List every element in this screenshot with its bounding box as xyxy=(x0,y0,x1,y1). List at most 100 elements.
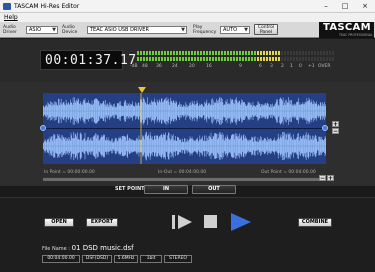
audio-device-label: Audio Device xyxy=(62,25,78,35)
brand-tagline: TEAC PROFESSIONAL xyxy=(339,33,373,37)
meter-segment xyxy=(179,51,181,55)
meter-segment xyxy=(182,51,184,55)
meter-segment xyxy=(272,51,274,55)
meter-segment xyxy=(209,51,211,55)
meter-segment xyxy=(287,57,289,61)
meter-segment xyxy=(218,57,220,61)
meter-segment xyxy=(251,57,253,61)
set-in-point-button[interactable]: IN xyxy=(144,185,188,194)
meter-segment xyxy=(308,57,310,61)
meter-scale-label: 1 xyxy=(290,64,293,69)
meter-segment xyxy=(242,57,244,61)
meter-segment xyxy=(320,57,322,61)
control-panel-button[interactable]: Control Panel xyxy=(254,24,278,35)
vertical-zoom-out-button[interactable]: − xyxy=(332,128,339,135)
meter-segment xyxy=(320,51,322,55)
play-frequency-select[interactable]: AUTO ▼ xyxy=(220,26,250,34)
waveform-scrollbar[interactable] xyxy=(43,177,326,181)
meter-segment xyxy=(203,51,205,55)
minimize-button[interactable]: – xyxy=(317,0,335,12)
meter-segment xyxy=(143,57,145,61)
meter-segment xyxy=(248,57,250,61)
meter-segment xyxy=(152,57,154,61)
meter-segment xyxy=(263,57,265,61)
meter-segment xyxy=(146,57,148,61)
meter-segment xyxy=(200,51,202,55)
meter-segment xyxy=(185,57,187,61)
meter-segment xyxy=(185,51,187,55)
meter-scale-label: 20 xyxy=(189,64,195,69)
scrollbar-thumb[interactable] xyxy=(43,178,326,181)
file-name: File Name : 01 DSD music.dsf xyxy=(42,244,134,253)
meter-segment xyxy=(176,57,178,61)
meter-segment xyxy=(254,51,256,55)
meter-segment xyxy=(236,57,238,61)
meter-segment xyxy=(194,51,196,55)
meter-segment xyxy=(191,51,193,55)
meter-segment xyxy=(275,51,277,55)
export-button[interactable]: EXPORT xyxy=(86,218,118,227)
meter-segment xyxy=(206,57,208,61)
menu-help[interactable]: Help xyxy=(4,13,18,22)
meter-segment xyxy=(140,57,142,61)
meter-scale-label: 16 xyxy=(206,64,212,69)
close-button[interactable]: × xyxy=(355,0,375,12)
meter-segment xyxy=(176,51,178,55)
tascam-logo: TASCAM TEAC PROFESSIONAL xyxy=(319,22,374,38)
meter-segment xyxy=(287,51,289,55)
meter-segment xyxy=(239,57,241,61)
meter-segment xyxy=(257,51,259,55)
out-point-readout: Out Point = 00:04:00.00 xyxy=(261,170,316,175)
meter-segment xyxy=(314,57,316,61)
set-point-label: SET POINT xyxy=(115,186,145,192)
in-point-handle[interactable] xyxy=(40,125,46,131)
meter-segment xyxy=(284,57,286,61)
combine-button[interactable]: COMBINE xyxy=(298,218,332,227)
horizontal-zoom-out-button[interactable]: − xyxy=(319,175,326,182)
file-duration: 00:04:00.00 xyxy=(42,255,80,263)
vertical-zoom-in-button[interactable]: + xyxy=(332,121,339,128)
meter-segment xyxy=(233,57,235,61)
out-point-handle[interactable] xyxy=(322,125,328,131)
audio-device-select[interactable]: TEAC ASIO USB DRIVER ▼ xyxy=(87,26,187,34)
window-title: TASCAM Hi-Res Editor xyxy=(14,3,80,10)
play-icon[interactable] xyxy=(229,211,253,233)
file-channels: STEREO xyxy=(164,255,192,263)
meter-segment xyxy=(158,57,160,61)
meter-segment xyxy=(137,51,139,55)
menu-bar: Help xyxy=(0,13,375,22)
horizontal-zoom-in-button[interactable]: + xyxy=(327,175,334,182)
meter-segment xyxy=(152,51,154,55)
meter-segment xyxy=(263,51,265,55)
file-sample-rate: 5.6MHz xyxy=(114,255,138,263)
meter-segment xyxy=(230,57,232,61)
meter-segment xyxy=(224,51,226,55)
play-pause-icon[interactable] xyxy=(170,212,194,232)
audio-driver-select[interactable]: ASIO ▼ xyxy=(26,26,58,34)
meter-segment xyxy=(137,57,139,61)
meter-segment xyxy=(227,51,229,55)
meter-segment xyxy=(314,51,316,55)
open-button[interactable]: OPEN xyxy=(44,218,74,227)
meter-scale-label: 3 xyxy=(270,64,273,69)
meter-segment xyxy=(317,57,319,61)
maximize-button[interactable]: □ xyxy=(336,0,354,12)
stop-icon[interactable] xyxy=(204,214,218,229)
meter-segment xyxy=(284,51,286,55)
meter-segment xyxy=(278,51,280,55)
meter-segment xyxy=(233,51,235,55)
meter-segment xyxy=(329,51,331,55)
meter-segment xyxy=(269,51,271,55)
meter-segment xyxy=(167,57,169,61)
play-frequency-label: Play Frequency xyxy=(193,25,217,35)
meter-segment xyxy=(191,57,193,61)
meter-segment xyxy=(227,57,229,61)
meter-segment xyxy=(149,51,151,55)
meter-segment xyxy=(242,51,244,55)
meter-segment xyxy=(173,57,175,61)
meter-segment xyxy=(221,57,223,61)
meter-segment xyxy=(197,51,199,55)
meter-segment xyxy=(317,51,319,55)
playhead-marker-icon[interactable] xyxy=(138,87,146,93)
set-out-point-button[interactable]: OUT xyxy=(192,185,236,194)
